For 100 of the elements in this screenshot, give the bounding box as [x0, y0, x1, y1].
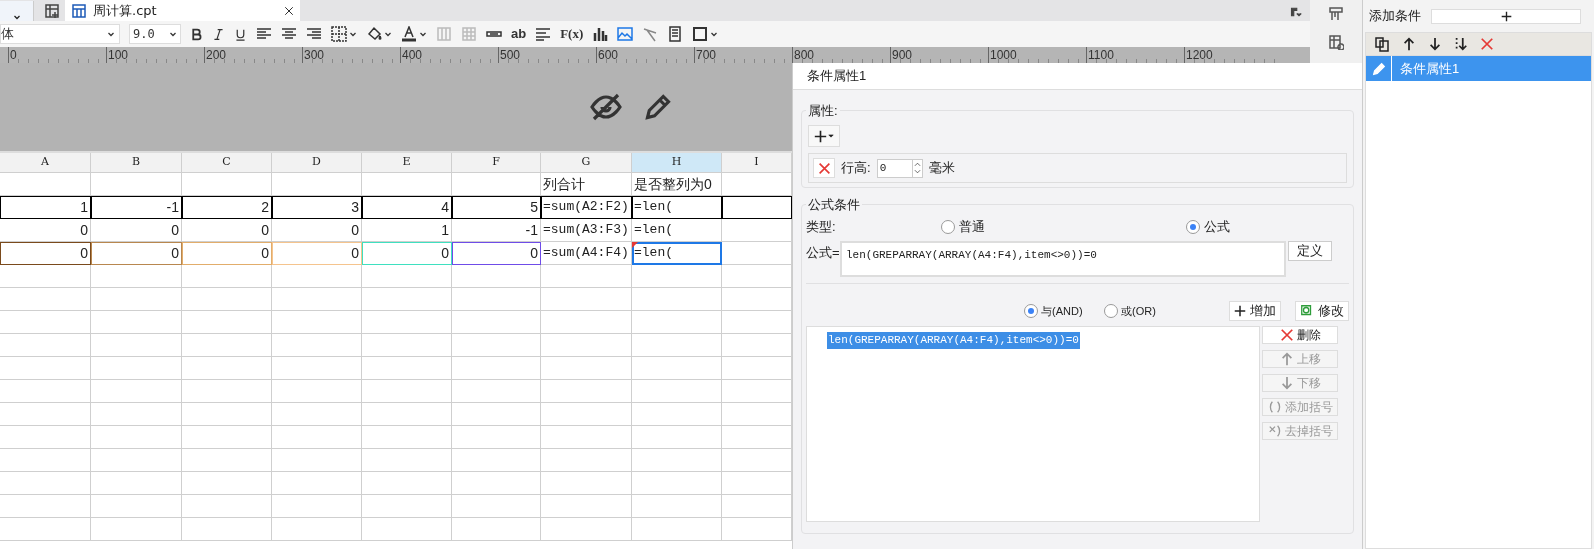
bold-icon[interactable]	[190, 27, 203, 41]
border-box-icon[interactable]	[692, 26, 709, 42]
table-cell[interactable]: =len(	[632, 219, 722, 242]
column-header[interactable]: D	[272, 153, 362, 173]
table-cell[interactable]: 0	[182, 242, 272, 265]
table-cell[interactable]	[452, 403, 541, 426]
bar-chart-icon[interactable]	[592, 26, 609, 42]
table-cell[interactable]	[541, 472, 632, 495]
table-cell[interactable]	[0, 380, 91, 403]
table-cell[interactable]	[272, 403, 362, 426]
table-cell[interactable]	[362, 173, 452, 196]
table-cell[interactable]	[182, 449, 272, 472]
table-cell[interactable]	[0, 472, 91, 495]
table-cell[interactable]	[91, 403, 182, 426]
table-cell[interactable]	[91, 265, 182, 288]
table-cell[interactable]	[541, 288, 632, 311]
radio-label[interactable]: 公式	[1204, 217, 1230, 237]
table-cell[interactable]	[0, 426, 91, 449]
table-cell[interactable]	[452, 173, 541, 196]
paint-bucket-icon[interactable]	[366, 26, 382, 42]
table-cell[interactable]: =sum(A4:F4)	[541, 242, 632, 265]
table-cell[interactable]	[0, 311, 91, 334]
table-cell[interactable]	[632, 449, 722, 472]
table-cell[interactable]	[182, 380, 272, 403]
table-cell[interactable]	[272, 495, 362, 518]
table-cell[interactable]	[0, 173, 91, 196]
radio-button[interactable]	[1024, 304, 1038, 318]
table-cell[interactable]	[452, 380, 541, 403]
formula-tool-label[interactable]: F(x)	[560, 24, 584, 44]
plus-icon[interactable]	[1500, 10, 1512, 22]
table-cell[interactable]: 0	[91, 242, 182, 265]
plus-icon[interactable]	[814, 129, 827, 143]
column-header[interactable]: H	[632, 153, 722, 173]
pencil-icon[interactable]	[644, 93, 672, 121]
table-cell[interactable]	[632, 334, 722, 357]
table-cell[interactable]: 0	[272, 219, 362, 242]
caret-icon[interactable]	[169, 30, 177, 38]
table-cell[interactable]	[362, 334, 452, 357]
caret-icon[interactable]	[828, 133, 834, 139]
table-cell[interactable]	[91, 472, 182, 495]
add-condition-button[interactable]: 增加	[1229, 301, 1281, 321]
table-cell[interactable]: 1	[0, 196, 91, 219]
table-cell[interactable]	[362, 518, 452, 541]
table-cell[interactable]	[632, 518, 722, 541]
table-cell[interactable]	[452, 311, 541, 334]
caret-icon[interactable]	[384, 30, 392, 38]
table-cell[interactable]	[541, 449, 632, 472]
radio-button[interactable]	[1186, 220, 1200, 234]
borders-icon[interactable]	[331, 26, 347, 42]
table-cell[interactable]	[272, 426, 362, 449]
table-cell[interactable]: 0	[0, 242, 91, 265]
modify-button[interactable]: 修改	[1295, 301, 1349, 321]
table-cell[interactable]	[362, 495, 452, 518]
table-cell[interactable]	[182, 495, 272, 518]
table-cell[interactable]	[0, 518, 91, 541]
table-cell[interactable]	[632, 380, 722, 403]
table-cell[interactable]	[182, 426, 272, 449]
table-cell[interactable]	[0, 334, 91, 357]
arrow-down-icon[interactable]	[1428, 37, 1442, 51]
table-cell[interactable]	[632, 357, 722, 380]
table-cell[interactable]: 0	[272, 242, 362, 265]
table-cell[interactable]: =sum(A3:F3)	[541, 219, 632, 242]
table-cell[interactable]	[452, 288, 541, 311]
table-cell[interactable]	[182, 173, 272, 196]
column-header[interactable]: A	[0, 153, 91, 173]
table-cell[interactable]: -1	[452, 219, 541, 242]
table-cell[interactable]	[452, 265, 541, 288]
define-button[interactable]: 定义	[1288, 241, 1332, 261]
table-cell[interactable]: 列合计	[541, 173, 632, 196]
table-cell[interactable]	[541, 426, 632, 449]
table-cell[interactable]	[182, 472, 272, 495]
table-cell[interactable]	[632, 288, 722, 311]
font-color-icon[interactable]	[401, 26, 417, 42]
table-cell[interactable]	[272, 449, 362, 472]
caret-icon[interactable]	[107, 30, 115, 38]
table-cell[interactable]	[452, 426, 541, 449]
table-cell[interactable]	[91, 173, 182, 196]
caret-icon[interactable]	[349, 30, 357, 38]
table-cell[interactable]	[182, 403, 272, 426]
table-cell[interactable]: =len(	[632, 196, 722, 219]
radio-label[interactable]: 与(AND)	[1041, 302, 1083, 320]
table-cell[interactable]	[0, 265, 91, 288]
table-cell[interactable]	[91, 380, 182, 403]
table-cell[interactable]	[91, 495, 182, 518]
grid-icon[interactable]	[461, 26, 477, 42]
table-cell[interactable]	[91, 334, 182, 357]
table-cell[interactable]: 0	[0, 219, 91, 242]
table-cell[interactable]	[182, 288, 272, 311]
table-info-icon[interactable]	[1328, 34, 1344, 50]
table-cell[interactable]	[362, 426, 452, 449]
table-cell[interactable]	[632, 495, 722, 518]
table-cell[interactable]	[0, 495, 91, 518]
table-cell[interactable]: 2	[182, 196, 272, 219]
font-size-select[interactable]: 9.0	[129, 24, 181, 44]
table-cell[interactable]	[362, 265, 452, 288]
table-cell[interactable]	[91, 449, 182, 472]
form-icon[interactable]	[667, 26, 684, 42]
caret-icon[interactable]	[710, 30, 719, 38]
table-cell[interactable]	[272, 380, 362, 403]
table-cell[interactable]	[541, 518, 632, 541]
